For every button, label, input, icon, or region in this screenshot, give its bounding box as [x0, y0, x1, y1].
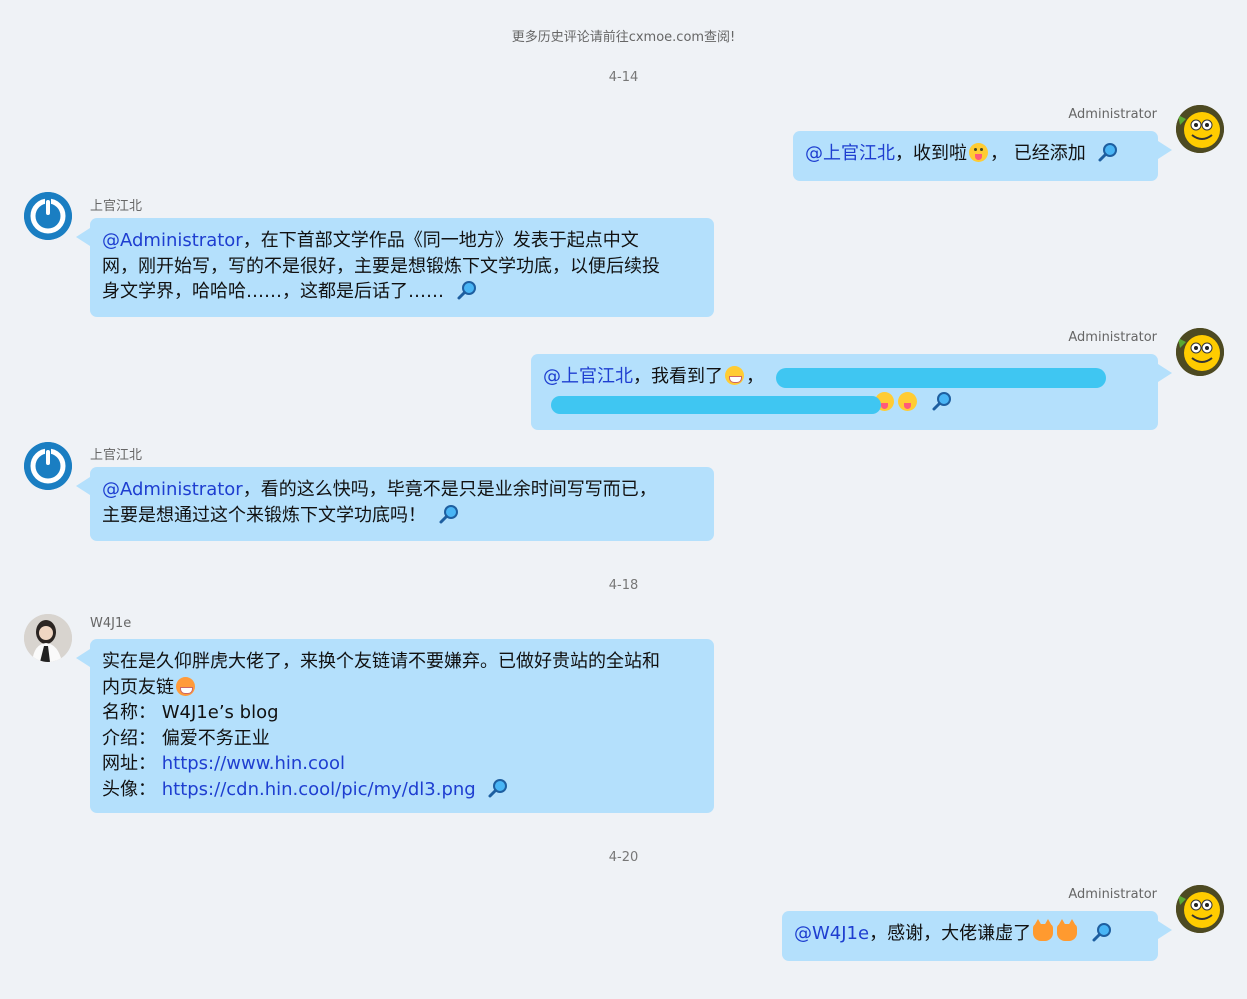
author-name: Administrator	[1068, 330, 1157, 345]
search-icon[interactable]	[1097, 141, 1119, 163]
mention-link[interactable]: @上官江北	[543, 366, 633, 387]
avatar[interactable]	[1176, 885, 1224, 933]
mention-link[interactable]: @上官江北	[805, 143, 895, 164]
avatar-emoji-icon	[1176, 105, 1224, 153]
message-text: ，在下首部文学作品《同一地方》发表于起点中文	[242, 230, 639, 251]
search-icon[interactable]	[1091, 921, 1113, 943]
field-label: 介绍：	[102, 727, 156, 749]
field-value: 偏爱不务正业	[161, 727, 270, 749]
message-text: 网，刚开始写，写的不是很好，主要是想锻炼下文学功底，以便后续投	[102, 255, 660, 277]
emoji-icon	[898, 391, 917, 411]
redaction-mark	[776, 368, 1106, 388]
emoji-icon	[725, 366, 744, 385]
author-name: Administrator	[1068, 107, 1157, 122]
emoji-icon	[969, 143, 988, 162]
message-text: 身文学界，哈哈哈……，这都是后话了……	[102, 281, 444, 302]
search-icon[interactable]	[487, 777, 509, 799]
mention-link[interactable]: @Administrator	[102, 230, 243, 251]
emoji-icon	[176, 676, 195, 696]
avatar-emoji-icon	[1176, 885, 1224, 933]
avatar[interactable]	[1176, 105, 1224, 153]
field-label: 头像：	[102, 778, 156, 800]
site-link[interactable]: https://www.hin.cool	[162, 753, 345, 774]
more-history-notice[interactable]: 更多历史评论请前往cxmoe.com查阅!	[0, 26, 1247, 45]
field-label: 网址：	[102, 753, 156, 774]
message-text: 内页友链	[102, 676, 174, 698]
message-bubble: @Administrator，在下首部文学作品《同一地方》发表于起点中文 网，刚…	[76, 218, 714, 317]
message-text: ，	[746, 366, 764, 387]
avatar[interactable]	[24, 614, 72, 662]
avatar[interactable]	[1176, 328, 1224, 376]
message-bubble: @上官江北，我看到了 ，	[531, 354, 1172, 430]
field-label: 名称：	[102, 702, 156, 723]
avatar[interactable]	[24, 192, 72, 240]
field-value: W4J1e’s blog	[161, 702, 279, 723]
search-icon[interactable]	[931, 390, 953, 412]
avatar-link[interactable]: https://cdn.hin.cool/pic/my/dl3.png	[162, 779, 476, 800]
avatar-emoji-icon	[1176, 328, 1224, 376]
user-photo-icon	[24, 614, 72, 662]
power-icon	[24, 192, 72, 240]
message-text: ，收到啦	[895, 143, 967, 164]
power-icon	[24, 442, 72, 490]
date-divider: 4-20	[608, 850, 639, 865]
message-bubble: @上官江北，收到啦 ， 已经添加	[793, 131, 1172, 181]
avatar[interactable]	[24, 442, 72, 490]
author-name: 上官江北	[90, 199, 143, 214]
cat-emoji-icon	[1033, 919, 1054, 941]
message-text: 实在是久仰胖虎大佬了，来换个友链请不要嫌弃。已做好贵站的全站和	[102, 651, 660, 672]
date-divider: 4-14	[608, 70, 639, 85]
cat-emoji-icon	[1057, 919, 1078, 941]
message-bubble: @W4J1e，感谢，大佬谦虚了	[782, 911, 1172, 961]
search-icon[interactable]	[438, 503, 460, 525]
author-name: Administrator	[1068, 887, 1157, 902]
message-text: 主要是想通过这个来锻炼下文学功底吗！	[102, 504, 426, 526]
mention-link[interactable]: @W4J1e	[794, 923, 869, 944]
message-text: ， 已经添加	[990, 143, 1086, 164]
search-icon[interactable]	[456, 279, 478, 301]
message-bubble: @Administrator，看的这么快吗，毕竟不是只是业余时间写写而已， 主要…	[76, 467, 714, 541]
message-text: ，我看到了	[633, 366, 723, 387]
message-text: ，看的这么快吗，毕竟不是只是业余时间写写而已，	[242, 479, 657, 500]
message-text: ，感谢，大佬谦虚了	[869, 923, 1032, 944]
author-name: W4J1e	[90, 616, 132, 631]
author-name: 上官江北	[90, 448, 143, 463]
date-divider: 4-18	[608, 578, 639, 593]
message-bubble: 实在是久仰胖虎大佬了，来换个友链请不要嫌弃。已做好贵站的全站和 内页友链 名称：…	[76, 639, 714, 813]
redaction-mark	[551, 396, 881, 414]
mention-link[interactable]: @Administrator	[102, 479, 243, 500]
